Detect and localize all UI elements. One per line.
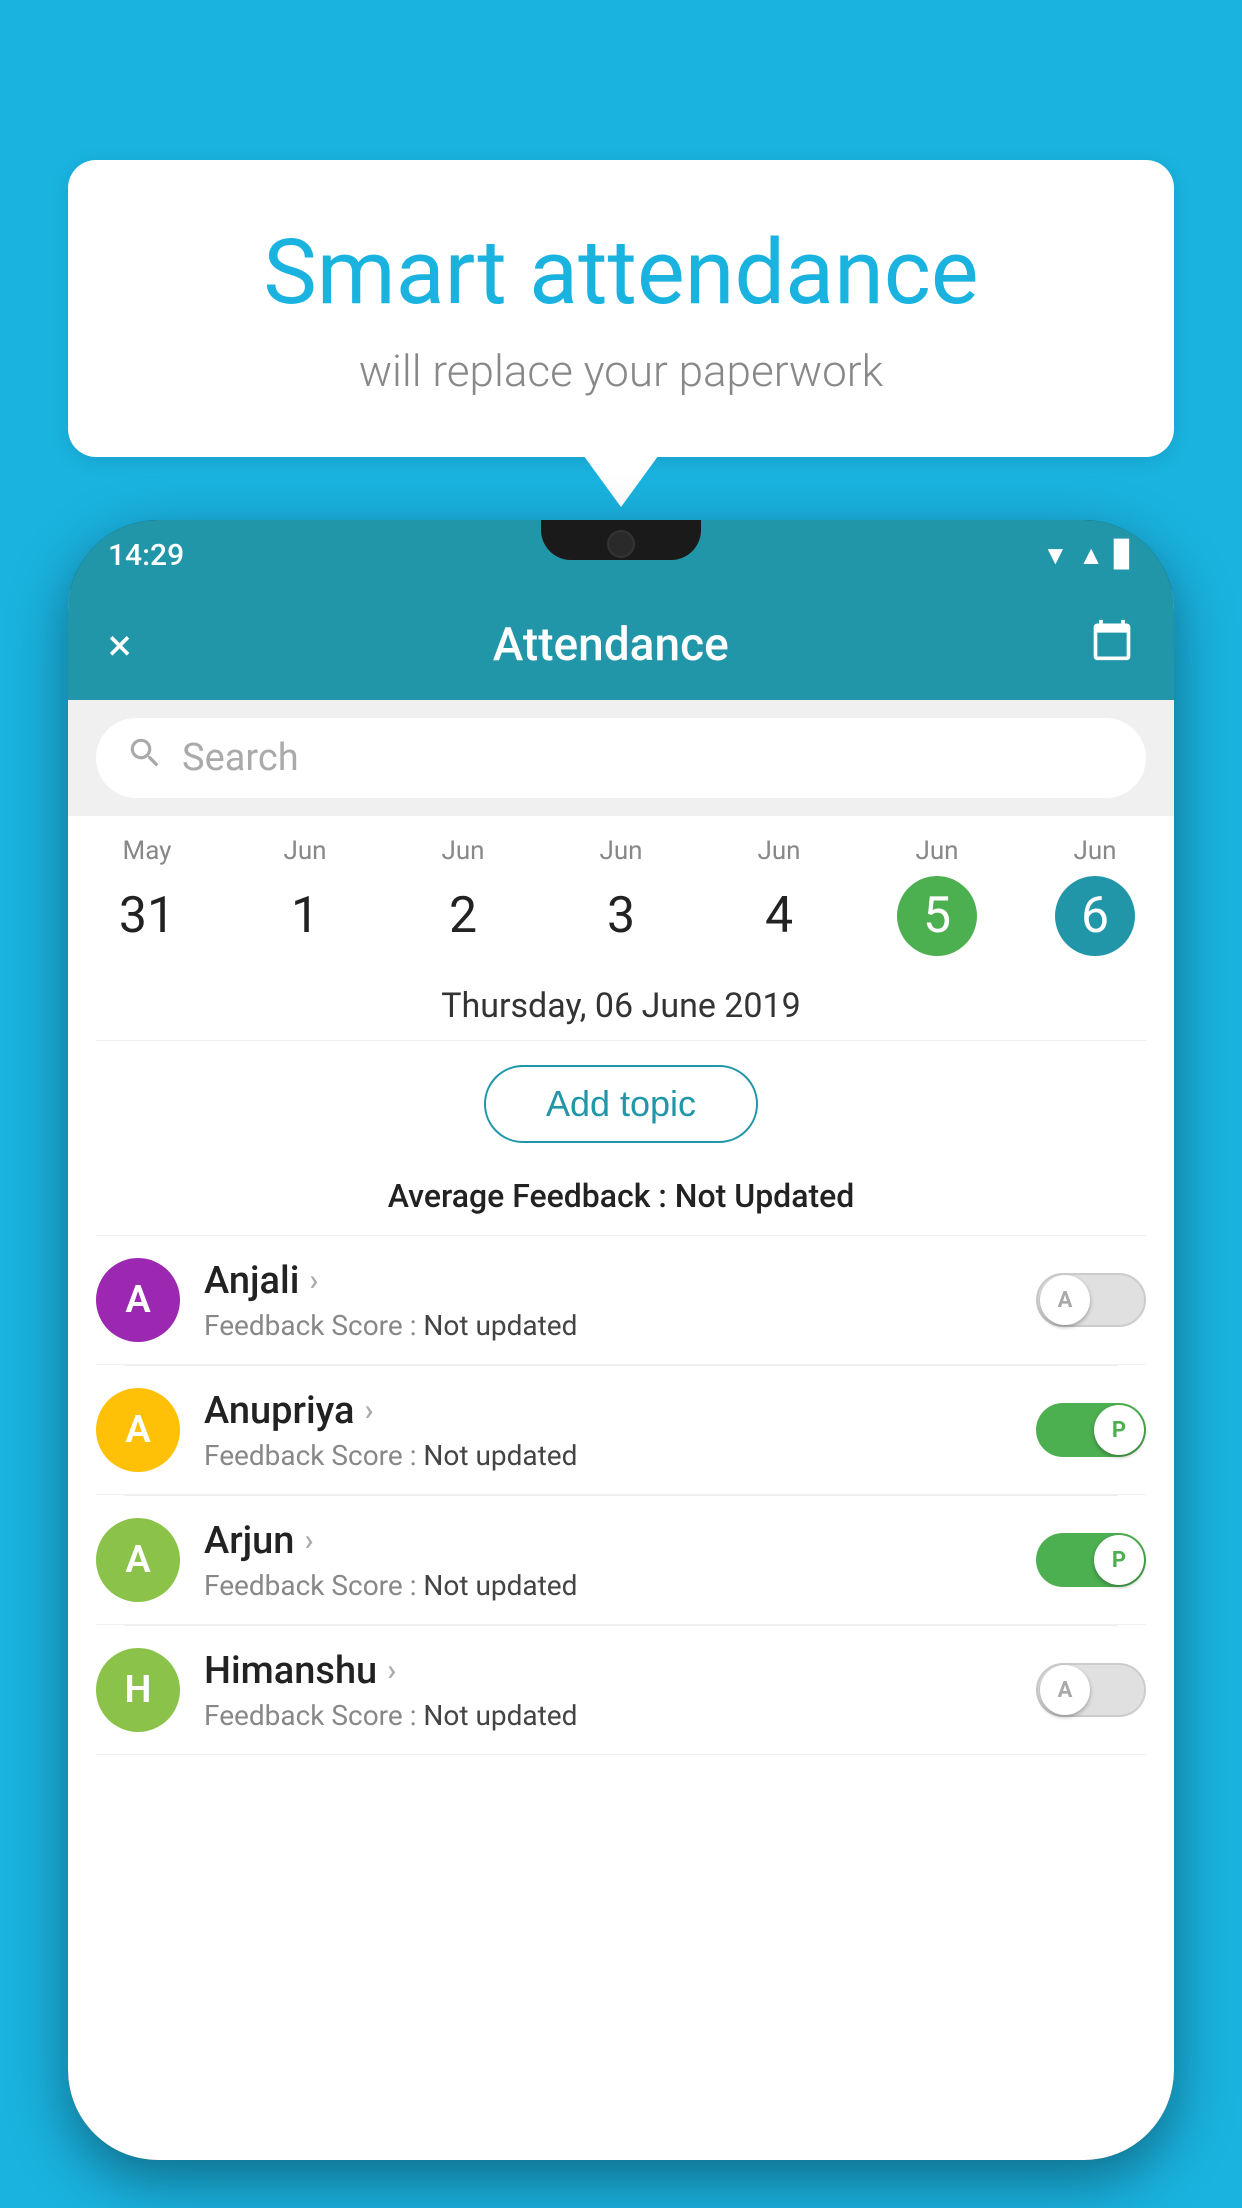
calendar-day-4[interactable]: Jun 4 [700, 836, 858, 966]
student-name: Anupriya› [204, 1389, 1036, 1433]
cal-month-label: Jun [858, 836, 1016, 866]
feedback-score: Feedback Score : Not updated [204, 1439, 1036, 1472]
calendar-day-31[interactable]: May 31 [68, 836, 226, 966]
cal-date-label: 1 [265, 876, 345, 956]
cal-date-label: 5 [897, 876, 977, 956]
front-camera [607, 530, 635, 558]
student-item[interactable]: A Arjun› Feedback Score : Not updated P [96, 1496, 1146, 1625]
selected-date-label: Thursday, 06 June 2019 [68, 966, 1174, 1040]
student-item[interactable]: A Anupriya› Feedback Score : Not updated P [96, 1366, 1146, 1495]
student-info: Himanshu› Feedback Score : Not updated [204, 1649, 1036, 1732]
search-container: Search [68, 700, 1174, 816]
attendance-toggle[interactable]: P [1036, 1533, 1146, 1587]
chevron-icon: › [387, 1653, 396, 1688]
student-list: AAnjali›Feedback Score : Not updatedAAAn… [68, 1236, 1174, 1755]
student-avatar: A [96, 1388, 180, 1472]
close-button[interactable]: × [108, 619, 131, 671]
student-name: Arjun› [204, 1519, 1036, 1563]
speech-bubble: Smart attendance will replace your paper… [68, 160, 1174, 457]
cal-month-label: Jun [384, 836, 542, 866]
student-info: Anupriya› Feedback Score : Not updated [204, 1389, 1036, 1472]
feedback-score: Feedback Score : Not updated [204, 1569, 1036, 1602]
avg-feedback-value: Not Updated [675, 1177, 855, 1215]
toggle-knob: P [1094, 1405, 1144, 1455]
student-item[interactable]: H Himanshu› Feedback Score : Not updatedA [96, 1626, 1146, 1755]
cal-month-label: Jun [700, 836, 858, 866]
calendar-day-6[interactable]: Jun 6 [1016, 836, 1174, 966]
cal-month-label: Jun [226, 836, 384, 866]
cal-date-label: 6 [1055, 876, 1135, 956]
attendance-toggle[interactable]: A [1036, 1663, 1146, 1717]
calendar-row: May 31 Jun 1 Jun 2 Jun 3 Jun 4 Jun 5 Jun 6 [68, 816, 1174, 966]
student-info: Anjali› Feedback Score : Not updated [204, 1259, 1036, 1342]
status-time: 14:29 [108, 538, 184, 573]
status-icons: ▼ ▲ ▊ [1043, 540, 1134, 571]
signal-icon: ▲ [1078, 540, 1104, 571]
toggle-knob: A [1040, 1665, 1090, 1715]
battery-icon: ▊ [1114, 540, 1134, 570]
student-item[interactable]: AAnjali›Feedback Score : Not updatedA [96, 1236, 1146, 1365]
student-avatar: H [96, 1648, 180, 1732]
chevron-icon: › [364, 1393, 373, 1428]
cal-date-label: 3 [581, 876, 661, 956]
phone-notch [541, 520, 701, 560]
feedback-score: Feedback Score : Not updated [204, 1699, 1036, 1732]
toggle-knob: A [1040, 1275, 1090, 1325]
avg-feedback-label: Average Feedback : [388, 1177, 675, 1215]
wifi-icon: ▼ [1043, 540, 1069, 571]
student-info: Arjun› Feedback Score : Not updated [204, 1519, 1036, 1602]
cal-date-label: 2 [423, 876, 503, 956]
cal-date-label: 31 [107, 876, 187, 956]
add-topic-button[interactable]: Add topic [484, 1065, 758, 1143]
calendar-day-1[interactable]: Jun 1 [226, 836, 384, 966]
student-avatar: A [96, 1258, 180, 1342]
cal-month-label: Jun [1016, 836, 1174, 866]
search-icon [126, 734, 164, 782]
app-title: Attendance [493, 618, 729, 672]
cal-date-label: 4 [739, 876, 819, 956]
student-avatar: A [96, 1518, 180, 1602]
attendance-toggle[interactable]: P [1036, 1403, 1146, 1457]
chevron-icon: › [309, 1263, 318, 1298]
search-placeholder: Search [182, 736, 299, 780]
phone-frame: 14:29 ▼ ▲ ▊ × Attendance [68, 520, 1174, 2160]
calendar-day-2[interactable]: Jun 2 [384, 836, 542, 966]
chevron-icon: › [304, 1523, 313, 1558]
feedback-score: Feedback Score : Not updated [204, 1309, 1036, 1342]
student-name: Himanshu› [204, 1649, 1036, 1693]
search-bar[interactable]: Search [96, 718, 1146, 798]
calendar-day-5[interactable]: Jun 5 [858, 836, 1016, 966]
bubble-subtitle: will replace your paperwork [148, 345, 1094, 397]
attendance-toggle[interactable]: A [1036, 1273, 1146, 1327]
app-bar: × Attendance [68, 590, 1174, 700]
bubble-title: Smart attendance [148, 220, 1094, 325]
toggle-knob: P [1094, 1535, 1144, 1585]
cal-month-label: Jun [542, 836, 700, 866]
screen: × Attendance Search May 31 Jun 1 Jun 2 Jun 3 Jun [68, 590, 1174, 2160]
calendar-day-3[interactable]: Jun 3 [542, 836, 700, 966]
calendar-icon[interactable] [1090, 618, 1134, 673]
cal-month-label: May [68, 836, 226, 866]
average-feedback: Average Feedback : Not Updated [68, 1177, 1174, 1215]
student-name: Anjali› [204, 1259, 1036, 1303]
